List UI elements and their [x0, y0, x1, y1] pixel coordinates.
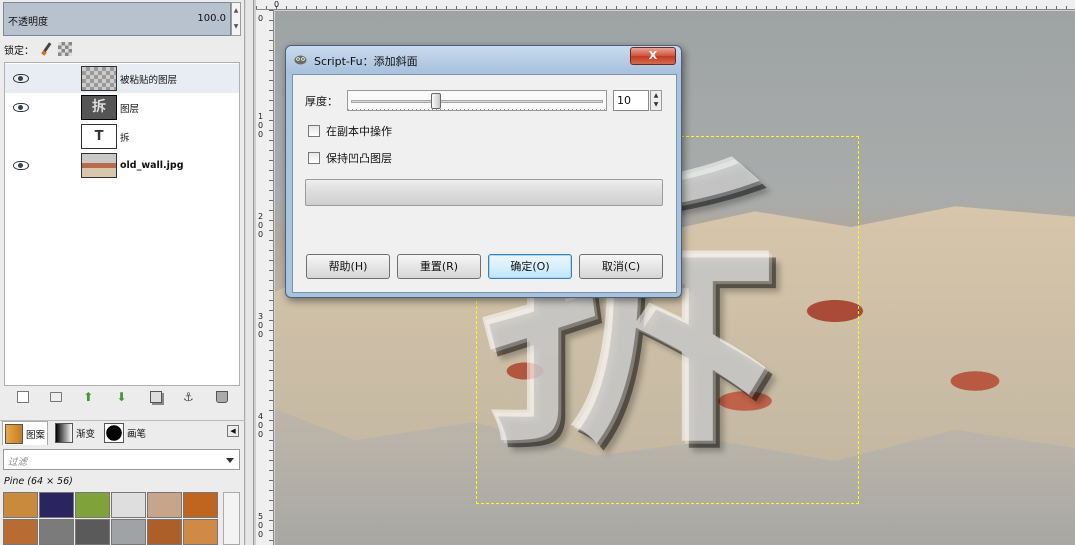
slider-knob[interactable] [431, 93, 441, 109]
keep-bump-checkbox-row[interactable]: 保持凹凸图层 [308, 150, 392, 166]
work-on-copy-checkbox[interactable] [308, 125, 320, 137]
ruler-label: 0 [274, 0, 280, 9]
thickness-input[interactable]: 10 [613, 90, 649, 111]
ok-button[interactable]: 确定(O) [488, 254, 572, 279]
keep-bump-checkbox[interactable] [308, 152, 320, 164]
dock-menu-button[interactable]: ◀ [227, 425, 239, 437]
filter-input[interactable]: 过滤 [3, 449, 240, 470]
ruler-label: 3 0 0 [257, 312, 264, 339]
anchor-icon[interactable]: ⚓ [183, 391, 195, 403]
pattern-swatch[interactable] [3, 492, 38, 518]
dialog-title: Script-Fu：添加斜面 [314, 55, 418, 68]
layer-name[interactable]: 被粘贴的图层 [120, 72, 177, 86]
gradient-tab-icon [55, 423, 73, 443]
pattern-scrollbar[interactable] [223, 492, 240, 545]
thickness-label: 厚度： [305, 95, 338, 108]
progress-bar [305, 179, 663, 206]
pattern-swatch[interactable] [111, 519, 146, 545]
layer-row[interactable]: old_wall.jpg [5, 151, 239, 180]
dialog-titlebar[interactable]: Script-Fu：添加斜面 X [286, 46, 681, 73]
thickness-spin-button[interactable]: ▲ ▼ [650, 90, 662, 111]
layer-thumbnail [81, 66, 117, 91]
layer-thumbnail [81, 153, 117, 178]
lock-pixels-icon[interactable] [40, 43, 52, 55]
pattern-swatch[interactable] [75, 492, 110, 518]
slider-groove [351, 100, 603, 103]
layer-row[interactable]: 被粘贴的图层 [5, 64, 239, 93]
pattern-grid [3, 492, 221, 545]
pattern-swatch[interactable] [183, 492, 218, 518]
eye-icon[interactable] [13, 161, 29, 170]
pattern-swatch[interactable] [75, 519, 110, 545]
pattern-swatch[interactable] [183, 519, 218, 545]
ruler-label: 4 0 0 [257, 412, 264, 439]
pattern-swatch[interactable] [39, 492, 74, 518]
brush-tab-icon [104, 423, 124, 443]
dialog-body: 厚度： 10 ▲ ▼ 在副本中操作 保持凹凸图层 帮助(H) 重置(R) 确定(O… [292, 74, 677, 293]
keep-bump-label[interactable]: 保持凹凸图层 [326, 150, 392, 166]
tab-patterns[interactable]: 图案 [2, 421, 49, 445]
lock-alpha-icon[interactable] [58, 42, 72, 56]
close-button[interactable]: X [630, 47, 676, 65]
ruler-label: 0 [257, 14, 264, 23]
opacity-spin-button[interactable]: ▲ ▼ [231, 2, 241, 36]
raise-layer-icon[interactable]: ⬆ [83, 391, 95, 403]
thickness-slider[interactable] [347, 90, 607, 111]
tab-label: 图案 [26, 429, 46, 441]
eye-icon[interactable] [13, 103, 29, 112]
opacity-label: 不透明度 [8, 17, 48, 28]
layer-thumbnail: 拆 [81, 95, 117, 120]
layer-row[interactable]: 拆 图层 [5, 93, 239, 122]
add-bevel-dialog: Script-Fu：添加斜面 X 厚度： 10 ▲ ▼ 在副本中操作 保持凹凸图层… [285, 45, 682, 298]
pattern-tab-icon [5, 423, 23, 444]
folder-icon[interactable] [49, 392, 62, 402]
work-on-copy-checkbox-row[interactable]: 在副本中操作 [308, 123, 392, 139]
work-on-copy-label[interactable]: 在副本中操作 [326, 123, 392, 139]
brush-tabs: 图案 渐变 画笔 ◀ [0, 420, 245, 445]
lock-row: 锁定： [4, 41, 72, 57]
pattern-swatch[interactable] [147, 519, 182, 545]
top-ruler[interactable]: 0 [256, 0, 1075, 10]
cancel-button[interactable]: 取消(C) [579, 254, 663, 279]
pattern-swatch[interactable] [111, 492, 146, 518]
duplicate-layer-icon[interactable] [149, 391, 162, 403]
gimp-icon [294, 55, 307, 65]
pattern-name: Pine (64 × 56) [4, 476, 73, 487]
tab-brushes[interactable]: 画笔 [102, 421, 148, 445]
layer-toolbar: ⬆ ⬇ ⚓ [0, 388, 245, 406]
reset-button[interactable]: 重置(R) [397, 254, 481, 279]
tab-label: 画笔 [127, 429, 147, 440]
new-layer-icon[interactable] [16, 391, 29, 403]
ruler-label: 2 0 0 [257, 212, 264, 239]
layer-name[interactable]: old_wall.jpg [120, 160, 184, 171]
opacity-slider[interactable]: 不透明度 100.0 [3, 2, 231, 36]
pattern-swatch[interactable] [3, 519, 38, 545]
help-button[interactable]: 帮助(H) [306, 254, 390, 279]
ruler-label: 5 0 0 [257, 512, 264, 539]
dock-separator[interactable] [246, 0, 254, 545]
layer-name[interactable]: 图层 [120, 101, 139, 115]
pattern-swatch[interactable] [39, 519, 74, 545]
lock-label: 锁定： [4, 45, 34, 57]
tab-label: 渐变 [76, 429, 96, 440]
layers-list: 被粘贴的图层 拆 图层 T 拆 old_wall.jpg [4, 62, 240, 386]
ruler-label: 1 0 0 [257, 112, 264, 139]
eye-icon[interactable] [13, 74, 29, 83]
layer-name[interactable]: 拆 [120, 130, 130, 144]
chevron-down-icon[interactable] [226, 458, 234, 463]
layers-dock: 不透明度 100.0 ▲ ▼ 锁定： 被粘贴的图层 拆 图层 T 拆 old_wa… [0, 0, 245, 545]
layer-row[interactable]: T 拆 [5, 122, 239, 151]
filter-placeholder: 过滤 [8, 457, 28, 468]
trash-icon[interactable] [216, 391, 229, 403]
text-layer-thumbnail: T [81, 124, 117, 149]
left-ruler[interactable]: 0 1 0 0 2 0 0 3 0 0 4 0 0 5 0 0 [256, 10, 274, 545]
opacity-value: 100.0 [197, 13, 226, 24]
lower-layer-icon[interactable]: ⬇ [116, 391, 128, 403]
pattern-swatch[interactable] [147, 492, 182, 518]
tab-gradients[interactable]: 渐变 [53, 421, 97, 445]
